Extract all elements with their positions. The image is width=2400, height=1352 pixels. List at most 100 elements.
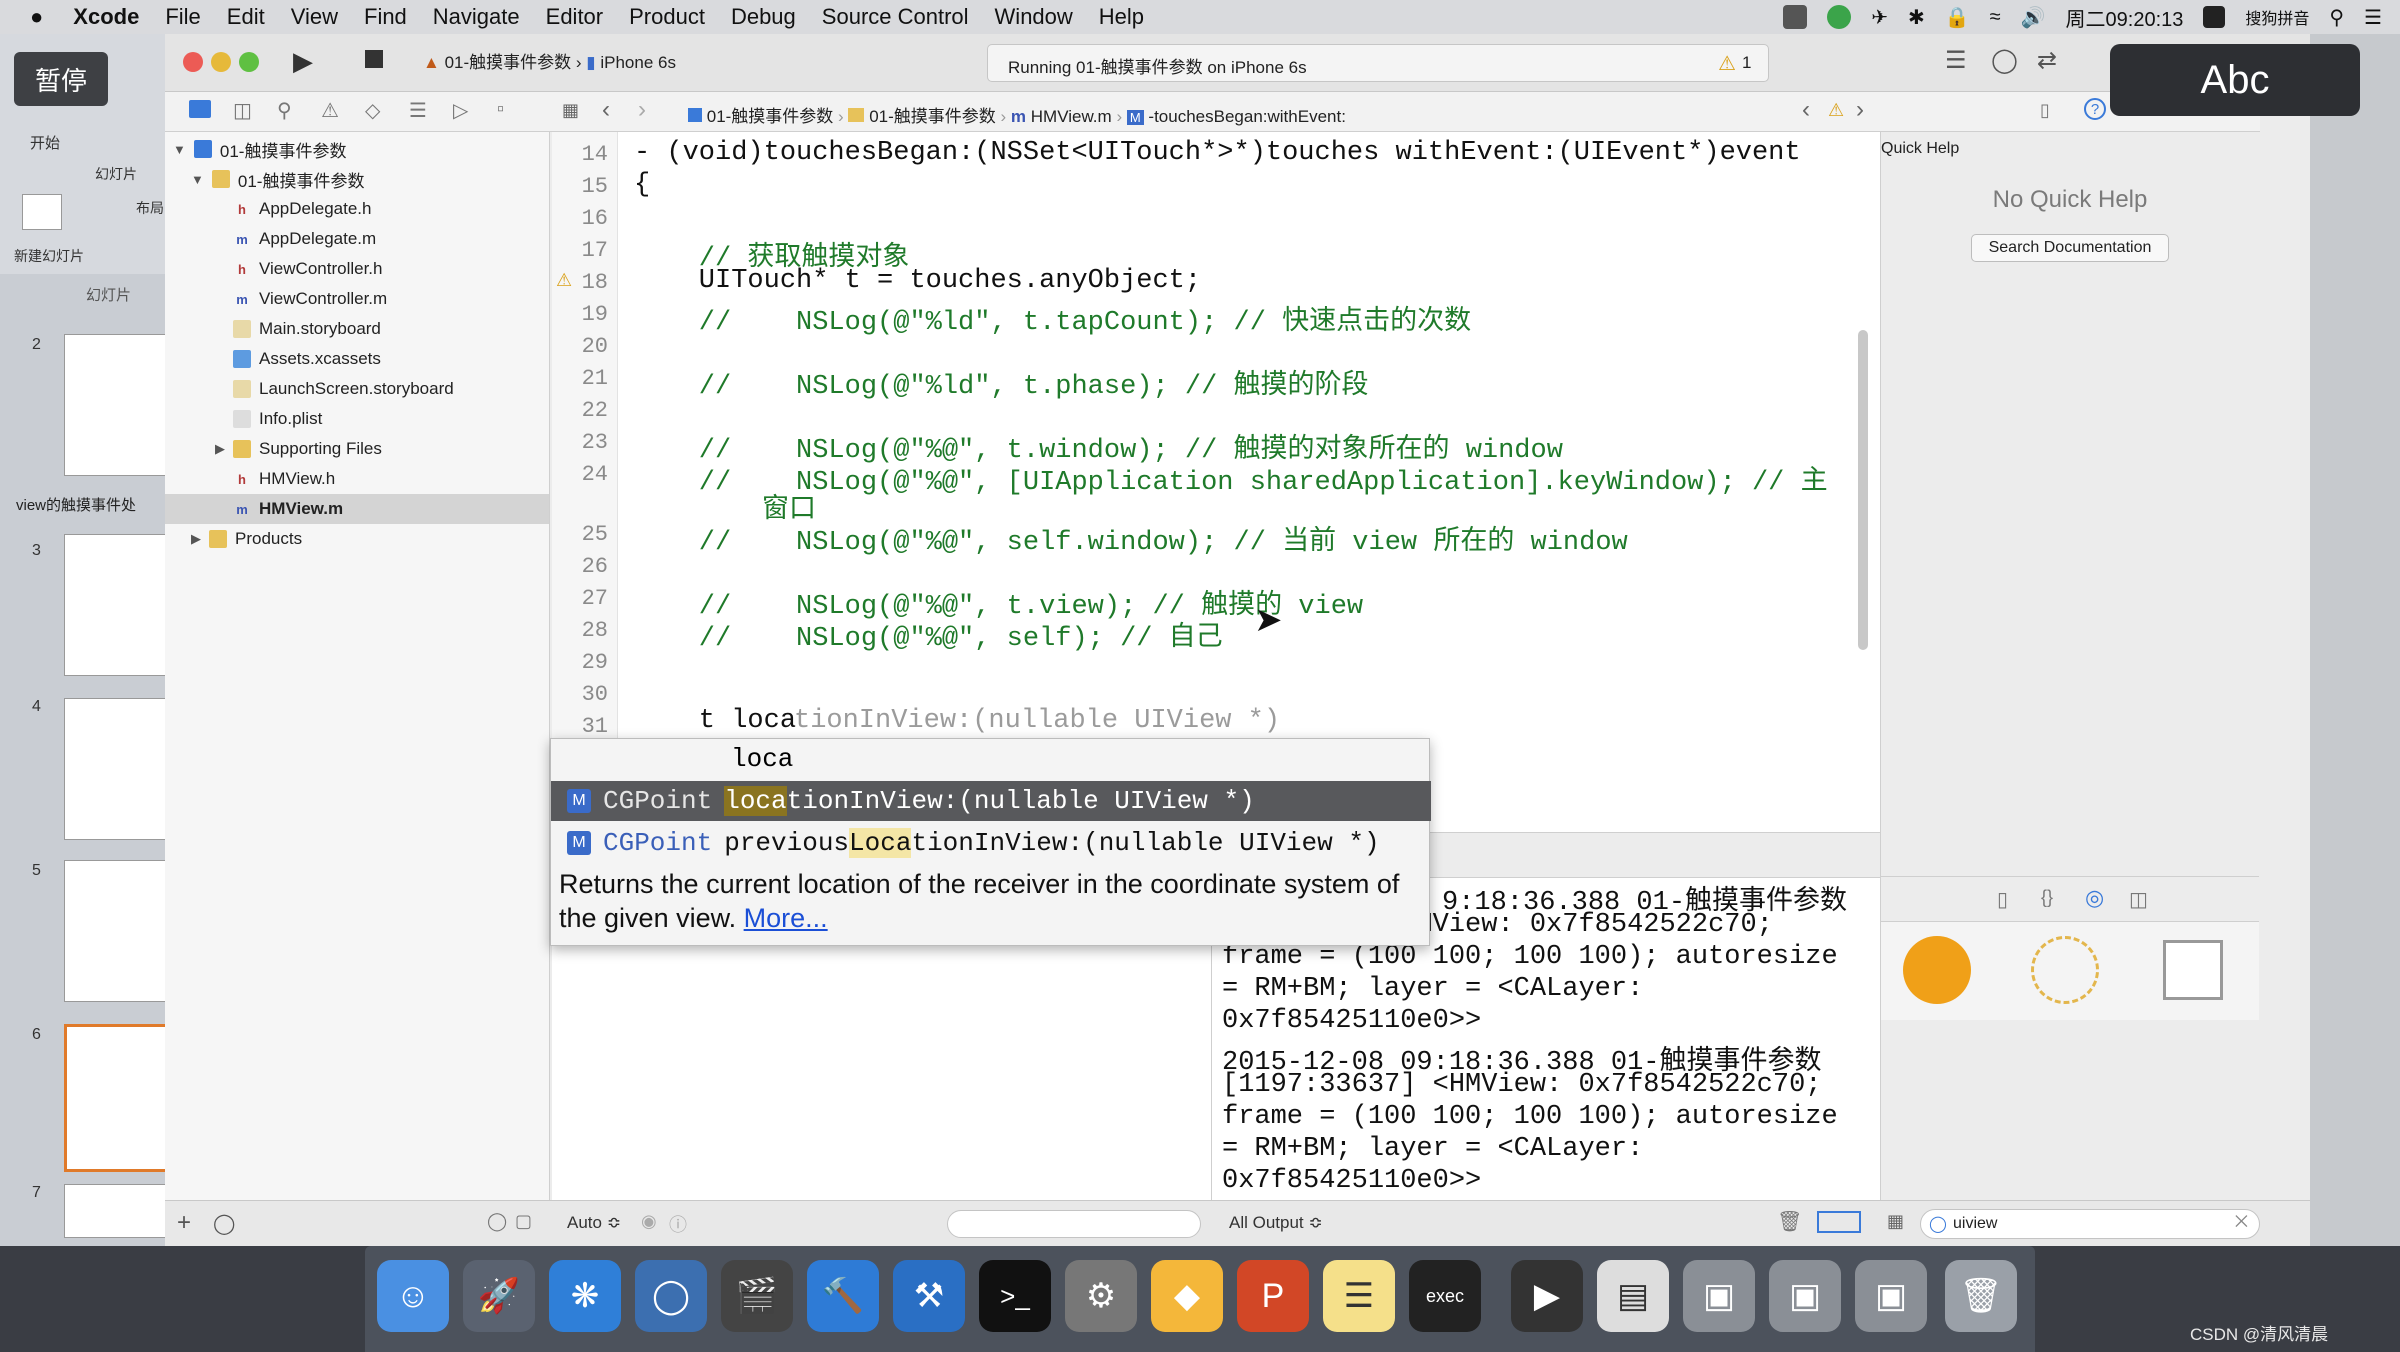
disclosure-closed-icon[interactable]: ▶ — [215, 441, 225, 457]
terminal-icon[interactable]: >_ — [979, 1260, 1051, 1332]
code-comment-line[interactable]: // NSLog(@"%@", self.window); // 当前 view… — [634, 518, 1628, 558]
launchpad-icon[interactable]: 🚀 — [463, 1260, 535, 1332]
slide-thumbnail[interactable] — [64, 534, 166, 676]
stop-button[interactable] — [365, 50, 383, 68]
issue-navigator-icon[interactable]: ⚠ — [321, 98, 339, 123]
warning-count[interactable]: 1 — [1742, 53, 1751, 73]
console-app-icon[interactable]: exec — [1409, 1260, 1481, 1332]
variables-filter-field[interactable] — [947, 1210, 1201, 1238]
info-icon[interactable]: ⓘ — [669, 1211, 687, 1237]
quicktime-icon[interactable]: ▶ — [1511, 1260, 1583, 1332]
photo-booth-icon[interactable]: 🎬 — [721, 1260, 793, 1332]
disclosure-open-icon[interactable]: ▼ — [173, 142, 186, 157]
file-row[interactable]: h AppDelegate.h — [233, 194, 371, 224]
minimized-window-icon[interactable]: ▣ — [1855, 1260, 1927, 1332]
menu-window[interactable]: Window — [995, 4, 1073, 30]
next-issue-icon[interactable]: › — [1856, 96, 1864, 124]
library-grid-icon[interactable]: ▦ — [1887, 1211, 1904, 1232]
media-library-icon[interactable]: ◫ — [2129, 887, 2148, 912]
clock[interactable]: 周二09:20:13 — [2066, 3, 2184, 32]
related-items-icon[interactable]: ▦ — [562, 100, 579, 121]
filter-icon[interactable]: ◯ — [213, 1211, 235, 1236]
previous-issue-icon[interactable]: ‹ — [1802, 96, 1810, 124]
editor-scrollbar[interactable] — [1858, 330, 1868, 650]
version-editor-icon[interactable]: ⇄ — [2037, 46, 2057, 75]
quick-help-icon[interactable]: ? — [2084, 98, 2106, 120]
close-window-button[interactable] — [183, 52, 203, 72]
code-comment-line[interactable]: // NSLog(@"%ld", t.phase); // 触摸的阶段 — [634, 362, 1369, 402]
file-row[interactable]: Info.plist — [233, 404, 322, 434]
completion-item-selected[interactable]: M CGPoint loca tionInView:(nullable UIVi… — [551, 781, 1431, 821]
breadcrumb-item[interactable]: 01-触摸事件参数 — [707, 107, 834, 126]
ppt-section-title[interactable]: view的触摸事件处 — [16, 494, 136, 515]
file-row-selected[interactable]: m HMView.m — [165, 494, 549, 524]
scroll-view-icon[interactable] — [2163, 940, 2223, 1000]
code-line-current[interactable]: t loca — [634, 706, 796, 736]
notification-list-icon[interactable]: ☰ — [2364, 5, 2382, 30]
menu-view[interactable]: View — [291, 4, 338, 30]
system-preferences-icon[interactable]: ⚙ — [1065, 1260, 1137, 1332]
new-slide-icon[interactable] — [22, 194, 62, 230]
status-green-icon[interactable] — [1827, 5, 1852, 29]
breadcrumb-item[interactable]: -touchesBegan:withEvent: — [1148, 107, 1346, 126]
view-object-icon[interactable] — [1903, 936, 1971, 1004]
group-row[interactable]: ▼ 01-触摸事件参数 — [191, 164, 364, 194]
finder-icon[interactable]: ☺ — [377, 1260, 449, 1332]
disclosure-open-icon[interactable]: ▼ — [191, 172, 204, 187]
volume-icon[interactable]: 🔊 — [2021, 5, 2046, 30]
add-file-icon[interactable]: + — [177, 1209, 191, 1237]
airplane-icon[interactable]: ✈ — [1871, 5, 1888, 30]
apple-icon[interactable]: ● — [30, 4, 43, 30]
clear-search-icon[interactable]: ⨉ — [2235, 1214, 2248, 1232]
code-comment-line[interactable]: // NSLog(@"%ld", t.tapCount); // 快速点击的次数 — [634, 298, 1471, 338]
warning-icon[interactable]: ⚠ — [1828, 100, 1844, 121]
products-row[interactable]: ▶ Products — [191, 524, 302, 554]
slide-thumbnail[interactable] — [64, 698, 166, 840]
menu-editor[interactable]: Editor — [546, 4, 603, 30]
project-navigator-icon[interactable] — [189, 100, 211, 118]
breakpoint-navigator-icon[interactable]: ▷ — [453, 98, 468, 123]
preview-icon[interactable]: ▤ — [1597, 1260, 1669, 1332]
zoom-window-button[interactable] — [239, 52, 259, 72]
object-library-icon[interactable]: ◎ — [2085, 885, 2104, 911]
menu-navigate[interactable]: Navigate — [433, 4, 520, 30]
file-row[interactable]: h HMView.h — [233, 464, 335, 494]
menu-app-name[interactable]: Xcode — [73, 4, 139, 30]
find-navigator-icon[interactable]: ⚲ — [277, 98, 292, 123]
menu-find[interactable]: Find — [364, 4, 407, 30]
code-snippet-icon[interactable]: {} — [2041, 887, 2053, 908]
slide-thumbnail[interactable] — [64, 1184, 166, 1238]
file-row[interactable]: m ViewController.m — [233, 284, 387, 314]
file-row[interactable]: Main.storyboard — [233, 314, 381, 344]
code-line[interactable]: UITouch* t = touches.anyObject; — [634, 266, 1201, 296]
menu-edit[interactable]: Edit — [227, 4, 265, 30]
back-arrow-icon[interactable]: ‹ — [602, 96, 610, 124]
mouse-app-icon[interactable]: ◯ — [635, 1260, 707, 1332]
report-navigator-icon[interactable]: ▫ — [497, 98, 504, 121]
menu-file[interactable]: File — [165, 4, 200, 30]
variables-auto-selector[interactable]: Auto ≎ — [567, 1213, 621, 1233]
menu-debug[interactable]: Debug — [731, 4, 796, 30]
bluetooth-icon[interactable]: ✱ — [1908, 5, 1925, 30]
file-row[interactable]: ▶ Supporting Files — [215, 434, 382, 464]
file-template-icon[interactable]: ▯ — [1997, 887, 2008, 912]
ppt-layout-label[interactable]: 布局 — [136, 198, 164, 218]
file-inspector-icon[interactable]: ▯ — [2040, 100, 2050, 121]
ime-icon[interactable] — [2203, 6, 2226, 28]
xcode-icon[interactable]: 🔨 — [807, 1260, 879, 1332]
completion-item[interactable]: M CGPoint previous Loca tionInView:(null… — [551, 823, 1431, 863]
console-output-selector[interactable]: All Output ≎ — [1229, 1213, 1323, 1233]
trash-icon[interactable]: 🗑 — [1777, 1209, 1802, 1234]
ime-label[interactable]: 搜狗拼音 — [2245, 5, 2309, 29]
disclosure-closed-icon[interactable]: ▶ — [191, 531, 201, 547]
minimize-window-button[interactable] — [211, 52, 231, 72]
breadcrumb-item[interactable]: 01-触摸事件参数 — [869, 107, 996, 126]
code-line[interactable]: { — [634, 170, 650, 200]
instruments-icon[interactable]: ⚒ — [893, 1260, 965, 1332]
ppt-start-tab[interactable]: 开始 — [30, 132, 60, 153]
symbol-navigator-icon[interactable]: ◫ — [233, 98, 252, 123]
split-view-icon[interactable] — [1817, 1211, 1861, 1233]
debug-navigator-icon[interactable]: ☰ — [409, 98, 427, 123]
trash-icon[interactable]: 🗑 — [1945, 1260, 2017, 1332]
file-row[interactable]: h ViewController.h — [233, 254, 382, 284]
